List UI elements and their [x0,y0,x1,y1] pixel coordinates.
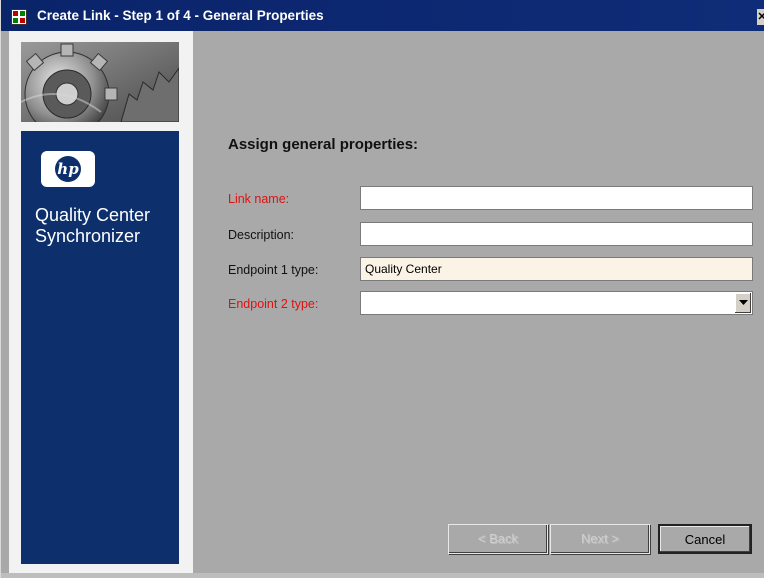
chevron-down-icon [738,300,748,305]
link-name-label: Link name: [228,192,290,206]
endpoint2-type-select[interactable] [360,291,753,315]
product-name: Quality Center Synchronizer [35,205,151,246]
gear-image [21,42,179,122]
cancel-button[interactable]: Cancel [658,524,752,554]
dialog-content: hp Quality Center Synchronizer Assign ge… [9,31,764,578]
back-button[interactable]: < Back [448,524,548,554]
window-title: Create Link - Step 1 of 4 - General Prop… [37,8,324,23]
endpoint1-type-label: Endpoint 1 type: [228,263,319,277]
window-bottom-edge [1,573,764,578]
brand-panel: hp Quality Center Synchronizer [21,131,179,564]
next-button[interactable]: Next > [550,524,650,554]
dialog-window: Create Link - Step 1 of 4 - General Prop… [0,0,764,578]
hp-logo: hp [41,151,95,187]
close-button[interactable]: ✕ [757,9,764,25]
wizard-sidebar: hp Quality Center Synchronizer [9,31,193,573]
endpoint1-type-field: Quality Center [360,257,753,281]
dropdown-arrow-button[interactable] [734,293,751,313]
close-icon: ✕ [757,11,764,23]
link-name-input[interactable] [360,186,753,210]
description-input[interactable] [360,222,753,246]
hp-logo-mark: hp [55,156,81,182]
page-heading: Assign general properties: [228,136,419,153]
description-label: Description: [228,228,294,242]
title-bar[interactable]: Create Link - Step 1 of 4 - General Prop… [1,0,764,31]
endpoint2-type-label: Endpoint 2 type: [228,297,319,311]
app-icon [11,9,27,25]
